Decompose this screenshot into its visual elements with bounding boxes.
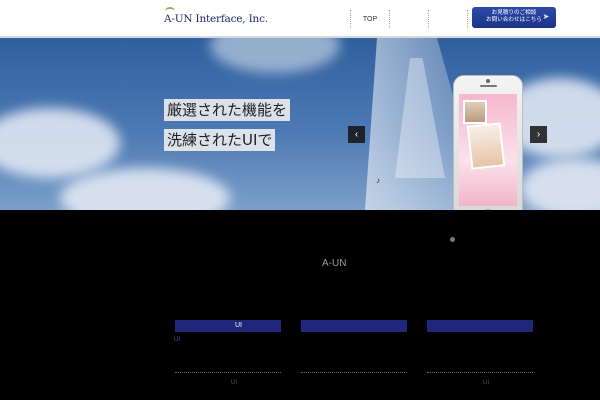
headline-line-2: 洗練されたUIで	[164, 129, 276, 151]
hero-headline: 厳選された機能を 洗練されたUIで	[164, 99, 291, 159]
photo-frame	[466, 122, 506, 170]
cloud-decoration	[210, 38, 340, 73]
prev-slide-button[interactable]: ‹	[348, 126, 365, 143]
contact-button[interactable]: お見積りのご相談 お問い合わせはこちら ➤	[472, 7, 556, 28]
card-divider	[301, 372, 407, 373]
card-divider	[427, 372, 533, 373]
card-1-note: UI	[231, 380, 237, 386]
section-title: A-UN	[322, 258, 347, 269]
home-button	[483, 209, 493, 210]
nav-item-3[interactable]	[428, 10, 468, 28]
cloud-decoration	[60, 168, 230, 210]
card-divider	[175, 372, 281, 373]
app-screenshot	[459, 94, 517, 206]
camera-icon	[486, 79, 490, 83]
smartphone-mockup	[453, 75, 523, 210]
slider-pagination-dot[interactable]	[450, 237, 455, 242]
next-slide-button[interactable]: ›	[530, 126, 547, 143]
photo-thumbnail	[463, 100, 487, 124]
card-3-note: UI	[483, 380, 489, 386]
service-card-3-button[interactable]	[427, 320, 533, 332]
logo-text: A-UN Interface, Inc.	[164, 13, 268, 25]
headline-line-1: 厳選された機能を	[164, 99, 291, 121]
service-card-2-button[interactable]	[301, 320, 407, 332]
company-logo[interactable]: A-UN Interface, Inc.	[160, 7, 268, 30]
site-header: A-UN Interface, Inc. TOP お見積りのご相談 お問い合わせ…	[0, 0, 600, 38]
nav-item-2[interactable]	[389, 10, 428, 28]
paper-plane-icon: ➤	[542, 12, 550, 21]
hero-slider: 厳選された機能を 洗練されたUIで ‹ › ♪	[0, 38, 600, 210]
left-note: UI	[174, 337, 180, 343]
cloud-decoration	[520, 158, 600, 210]
cloud-decoration	[0, 108, 120, 178]
nav-item-top[interactable]: TOP	[350, 10, 389, 28]
music-note-icon: ♪	[376, 176, 380, 185]
service-card-1-button[interactable]: UI	[175, 320, 281, 332]
main-nav: TOP	[350, 10, 468, 28]
speaker-grille	[480, 85, 497, 87]
